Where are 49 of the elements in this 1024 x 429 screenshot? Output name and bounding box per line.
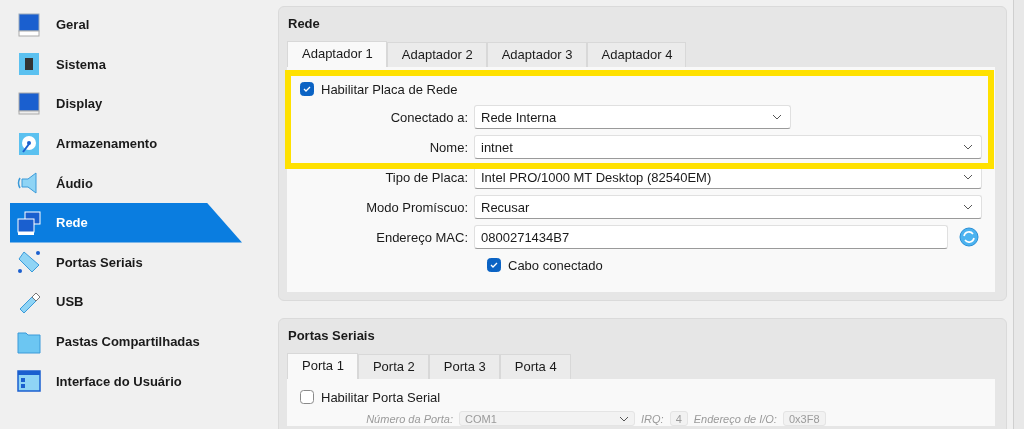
checkbox-label: Habilitar Placa de Rede (321, 81, 458, 97)
caret-icon (772, 114, 782, 120)
checkbox[interactable] (300, 390, 314, 404)
checkbox[interactable] (487, 258, 501, 272)
field-label: Número da Porta: (365, 412, 453, 425)
dropdown[interactable]: Recusar (474, 195, 982, 219)
tab[interactable]: Porta 2 (357, 354, 429, 379)
sidebar-item[interactable]: Pastas Compartilhadas (10, 321, 242, 362)
sidebar-item[interactable]: Armazenamento (10, 123, 242, 164)
field-label: Endereço MAC: (375, 229, 468, 245)
tab[interactable]: Adaptador 1 (287, 41, 387, 67)
sidebar-item[interactable]: USB (10, 282, 242, 322)
tab[interactable]: Adaptador 2 (386, 42, 487, 67)
field-label: Tipo de Placa: (384, 169, 468, 185)
caret-icon (619, 415, 629, 422)
caret-icon (963, 144, 973, 150)
checkbox-label: Cabo conectado (508, 257, 603, 273)
tab[interactable]: Porta 3 (428, 354, 500, 379)
tab[interactable]: Adaptador 4 (586, 42, 687, 67)
group-title: Portas Seriais (288, 328, 376, 344)
caret-icon (963, 204, 973, 210)
group-title: Rede (288, 16, 321, 32)
monitors-icon (16, 209, 42, 236)
field-label: IRQ: (641, 412, 664, 425)
sidebar-item[interactable]: Interface do Usuário (10, 361, 242, 401)
window-icon (16, 368, 42, 395)
dropdown[interactable]: intnet (474, 135, 982, 159)
monitor-icon (16, 91, 42, 117)
mac-field[interactable]: 0800271434B7 (474, 225, 948, 249)
tab[interactable]: Adaptador 3 (486, 42, 587, 67)
sidebar-item[interactable]: Display (10, 84, 242, 124)
chip-icon (16, 51, 42, 78)
field-label: Nome: (428, 139, 468, 155)
dropdown[interactable]: Rede Interna (474, 105, 791, 129)
caret-icon (963, 174, 973, 180)
sidebar-item[interactable]: Geral (10, 5, 242, 45)
field-label: Modo Promíscuo: (365, 199, 468, 215)
field-label: Endereço de I/O: (693, 412, 777, 425)
sidebar-item[interactable]: Portas Seriais (10, 242, 242, 283)
field-label: Conectado a: (389, 109, 468, 125)
refresh-icon[interactable] (959, 227, 979, 247)
sidebar-item[interactable]: Áudio (10, 163, 242, 203)
tab[interactable]: Porta 1 (287, 353, 358, 379)
scrollbar[interactable] (1013, 0, 1024, 429)
sidebar-item[interactable]: Rede (10, 202, 242, 243)
checkbox[interactable] (300, 82, 314, 96)
tab[interactable]: Porta 4 (499, 354, 571, 379)
sidebar-item[interactable]: Sistema (10, 44, 242, 85)
checkbox-label: Habilitar Porta Serial (321, 389, 441, 405)
